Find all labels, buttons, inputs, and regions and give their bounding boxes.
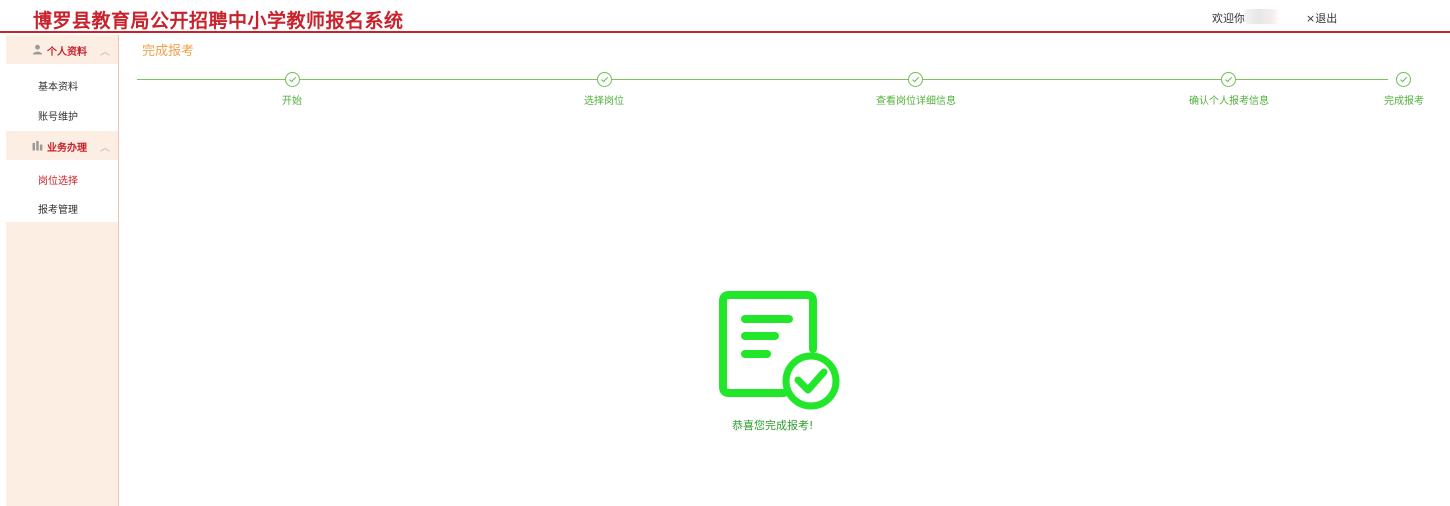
step-label: 确认个人报考信息 [1189, 96, 1269, 107]
step-check-icon [1221, 72, 1236, 87]
step-label: 开始 [282, 96, 302, 107]
step-check-icon [285, 72, 300, 87]
step-label: 查看岗位详细信息 [876, 96, 956, 107]
sidebar-item-position-select[interactable]: 岗位选择 [6, 164, 118, 193]
step-connector [137, 79, 285, 80]
step-check-icon [597, 72, 612, 87]
chart-icon [32, 141, 43, 151]
sidebar-item-label: 岗位选择 [38, 176, 78, 187]
step-connector [1236, 79, 1388, 80]
step-connector [300, 79, 597, 80]
sidebar-group-business[interactable]: 业务办理 ︿ [6, 131, 118, 160]
sidebar-item-label: 报考管理 [38, 205, 78, 216]
progress-steps: 开始 选择岗位 查看岗位详细信息 确认个人报考信息 完成报考 [0, 0, 1450, 120]
sidebar-group-label: 业务办理 [47, 143, 87, 154]
step-connector [923, 79, 1221, 80]
chevron-up-icon: ︿ [100, 143, 110, 154]
step-check-icon [1396, 72, 1411, 87]
step-label: 选择岗位 [584, 96, 624, 107]
success-message: 恭喜您完成报考! [732, 419, 814, 432]
sidebar-item-exam-manage[interactable]: 报考管理 [6, 193, 118, 222]
step-check-icon [908, 72, 923, 87]
document-check-icon [719, 291, 840, 410]
step-label: 完成报考 [1384, 96, 1424, 107]
step-connector [612, 79, 908, 80]
